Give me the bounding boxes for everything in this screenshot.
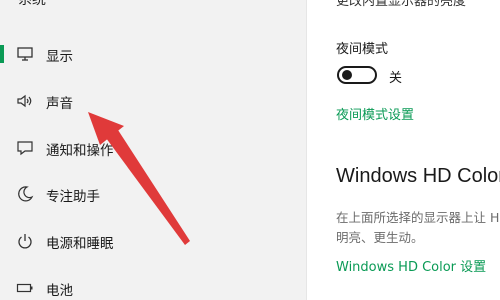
sidebar-item-battery[interactable]: 电池 — [0, 270, 306, 300]
power-icon — [18, 234, 32, 249]
hd-color-description-line: 在上面所选择的显示器上让 HDR 和 WCG 视频、游戏和应用中的画面更 — [336, 210, 500, 225]
speaker-icon — [17, 94, 32, 108]
brightness-heading: 更改内置显示器的亮度 — [336, 0, 467, 9]
sidebar-item-label: 通知和操作 — [46, 143, 114, 159]
monitor-icon — [17, 47, 33, 61]
hd-color-settings-link[interactable]: Windows HD Color 设置 — [336, 256, 486, 275]
sidebar-item-label: 专注助手 — [46, 189, 100, 205]
sidebar-item-label: 电源和睡眠 — [46, 236, 114, 252]
toggle-knob — [342, 70, 352, 80]
selection-indicator — [0, 45, 4, 63]
night-light-settings-link[interactable]: 夜间模式设置 — [336, 104, 414, 123]
sidebar-item-label: 声音 — [46, 96, 73, 112]
hd-color-description-line: 明亮、更生动。 — [336, 230, 424, 245]
battery-icon — [16, 283, 33, 293]
settings-content: 更改内置显示器的亮度 夜间模式 关 夜间模式设置 Windows HD Colo… — [307, 0, 500, 300]
sidebar-item-label: 电池 — [46, 283, 73, 299]
notification-icon — [17, 141, 33, 156]
hd-color-heading: Windows HD Color — [336, 165, 500, 187]
sidebar-title: 系统 — [18, 0, 46, 8]
night-light-label: 夜间模式 — [336, 42, 389, 57]
hd-color-description: 在上面所选择的显示器上让 HDR 和 WCG 视频、游戏和应用中的画面更 明亮、… — [336, 208, 500, 248]
sidebar-item-focus-assist[interactable]: 专注助手 — [0, 176, 306, 212]
sidebar: 系统 显示 声音 通知和操作 专注助手 电源和睡眠 电池 — [0, 0, 306, 300]
sidebar-item-sound[interactable]: 声音 — [0, 83, 306, 119]
moon-icon — [18, 186, 34, 202]
sidebar-item-display[interactable]: 显示 — [0, 36, 306, 72]
sidebar-item-notifications[interactable]: 通知和操作 — [0, 130, 306, 166]
night-light-toggle-state: 关 — [389, 71, 403, 86]
night-light-toggle[interactable] — [337, 66, 377, 84]
sidebar-item-label: 显示 — [46, 49, 73, 65]
sidebar-item-power-sleep[interactable]: 电源和睡眠 — [0, 223, 306, 259]
